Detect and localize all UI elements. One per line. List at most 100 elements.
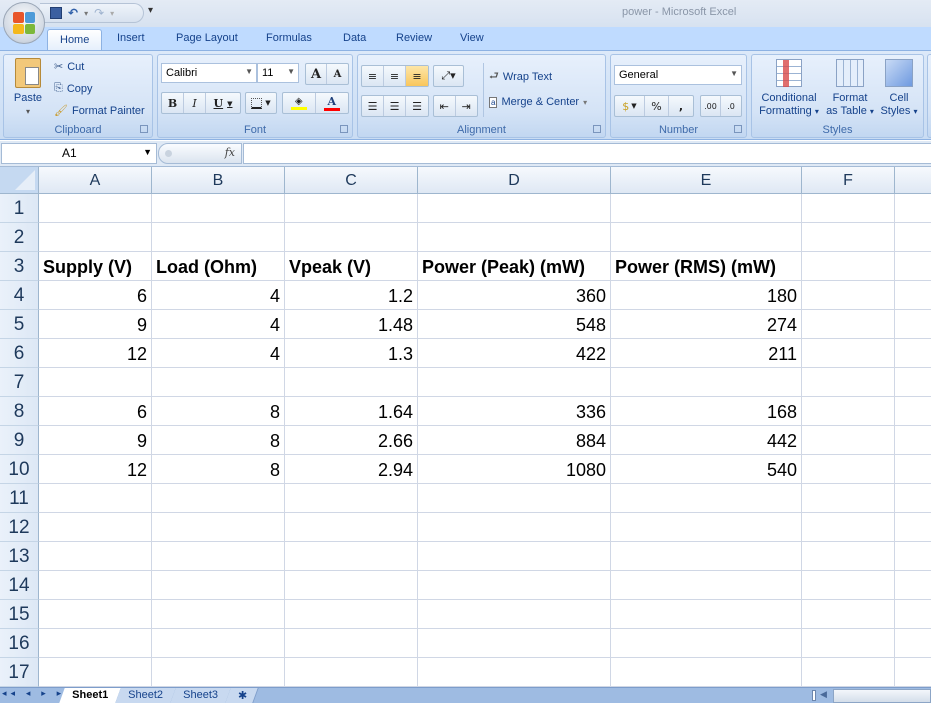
column-header-g[interactable] bbox=[895, 167, 931, 194]
cell-g8[interactable] bbox=[895, 397, 931, 426]
cell-c3[interactable]: Vpeak (V) bbox=[285, 252, 418, 281]
sheet-tab-sheet3[interactable]: Sheet3 bbox=[170, 688, 232, 703]
cell-c16[interactable] bbox=[285, 629, 418, 658]
cell-a11[interactable] bbox=[39, 484, 152, 513]
row-header-5[interactable]: 5 bbox=[0, 310, 39, 339]
grow-font-button[interactable]: A bbox=[306, 64, 328, 84]
cell-c9[interactable]: 2.66 bbox=[285, 426, 418, 455]
cell-g14[interactable] bbox=[895, 571, 931, 600]
font-color-button[interactable]: A bbox=[316, 93, 349, 113]
customize-qat-icon[interactable]: ▾ bbox=[148, 5, 153, 16]
cell-f2[interactable] bbox=[802, 223, 895, 252]
decrease-indent-icon[interactable]: ⇤ bbox=[434, 96, 456, 116]
cell-a13[interactable] bbox=[39, 542, 152, 571]
bold-button[interactable]: B bbox=[162, 93, 184, 113]
cell-e12[interactable] bbox=[611, 513, 802, 542]
decrease-decimal-button[interactable]: .0 bbox=[721, 96, 741, 116]
cell-c8[interactable]: 1.64 bbox=[285, 397, 418, 426]
insert-function-icon[interactable]: fx bbox=[225, 146, 235, 159]
cell-g9[interactable] bbox=[895, 426, 931, 455]
cell-c7[interactable] bbox=[285, 368, 418, 397]
borders-button[interactable]: ▼ bbox=[245, 92, 277, 114]
comma-button[interactable]: , bbox=[669, 96, 693, 116]
column-header-c[interactable]: C bbox=[285, 167, 418, 194]
align-right-icon[interactable]: ☰ bbox=[406, 96, 428, 116]
cell-e9[interactable]: 442 bbox=[611, 426, 802, 455]
cell-d11[interactable] bbox=[418, 484, 611, 513]
cell-e14[interactable] bbox=[611, 571, 802, 600]
row-header-8[interactable]: 8 bbox=[0, 397, 39, 426]
number-format-combo[interactable]: General ▼ bbox=[614, 65, 742, 85]
undo-icon[interactable]: ↶ bbox=[68, 6, 78, 20]
chevron-down-icon[interactable]: ▼ bbox=[143, 147, 152, 157]
font-launcher-icon[interactable] bbox=[340, 125, 348, 133]
cell-b2[interactable] bbox=[152, 223, 285, 252]
align-middle-icon[interactable]: ≡ bbox=[384, 66, 406, 86]
cell-a14[interactable] bbox=[39, 571, 152, 600]
conditional-formatting-button[interactable]: Conditional Formatting ▾ bbox=[754, 59, 824, 118]
percent-button[interactable]: % bbox=[645, 96, 669, 116]
cell-styles-button[interactable]: Cell Styles ▾ bbox=[876, 59, 922, 118]
cell-e3[interactable]: Power (RMS) (mW) bbox=[611, 252, 802, 281]
tab-view[interactable]: View bbox=[460, 32, 484, 44]
cell-g3[interactable] bbox=[895, 252, 931, 281]
cell-e6[interactable]: 211 bbox=[611, 339, 802, 368]
merge-center-button[interactable]: a Merge & Center ▾ bbox=[489, 96, 587, 108]
cell-c12[interactable] bbox=[285, 513, 418, 542]
cell-b16[interactable] bbox=[152, 629, 285, 658]
cell-d6[interactable]: 422 bbox=[418, 339, 611, 368]
cell-c10[interactable]: 2.94 bbox=[285, 455, 418, 484]
cell-g15[interactable] bbox=[895, 600, 931, 629]
cell-d10[interactable]: 1080 bbox=[418, 455, 611, 484]
align-top-icon[interactable]: ≡ bbox=[362, 66, 384, 86]
sheet-tab-sheet1[interactable]: Sheet1 bbox=[59, 688, 122, 703]
cell-b3[interactable]: Load (Ohm) bbox=[152, 252, 285, 281]
cell-e11[interactable] bbox=[611, 484, 802, 513]
cell-c4[interactable]: 1.2 bbox=[285, 281, 418, 310]
tab-insert[interactable]: Insert bbox=[117, 32, 145, 44]
underline-button[interactable]: U ▼ bbox=[206, 93, 240, 113]
cell-e16[interactable] bbox=[611, 629, 802, 658]
row-header-16[interactable]: 16 bbox=[0, 629, 39, 658]
cell-d15[interactable] bbox=[418, 600, 611, 629]
cell-d1[interactable] bbox=[418, 194, 611, 223]
paste-button[interactable]: Paste ▾ bbox=[10, 58, 46, 118]
cell-b6[interactable]: 4 bbox=[152, 339, 285, 368]
expand-handle-icon[interactable] bbox=[165, 150, 172, 157]
cell-e10[interactable]: 540 bbox=[611, 455, 802, 484]
name-box[interactable]: A1 ▼ bbox=[1, 143, 157, 164]
cell-e2[interactable] bbox=[611, 223, 802, 252]
cell-a9[interactable]: 9 bbox=[39, 426, 152, 455]
cell-b13[interactable] bbox=[152, 542, 285, 571]
cell-g17[interactable] bbox=[895, 658, 931, 687]
cell-g10[interactable] bbox=[895, 455, 931, 484]
increase-indent-icon[interactable]: ⇥ bbox=[456, 96, 477, 116]
cell-c17[interactable] bbox=[285, 658, 418, 687]
cell-g6[interactable] bbox=[895, 339, 931, 368]
tab-home[interactable]: Home bbox=[47, 29, 103, 52]
office-button[interactable] bbox=[3, 2, 45, 44]
row-header-10[interactable]: 10 bbox=[0, 455, 39, 484]
cell-g2[interactable] bbox=[895, 223, 931, 252]
align-bottom-icon[interactable]: ≡ bbox=[406, 66, 428, 86]
row-header-2[interactable]: 2 bbox=[0, 223, 39, 252]
orientation-button[interactable]: ⤢▾ bbox=[433, 65, 464, 87]
cell-a2[interactable] bbox=[39, 223, 152, 252]
cell-g7[interactable] bbox=[895, 368, 931, 397]
redo-dropdown-icon[interactable]: ▾ bbox=[110, 9, 114, 18]
cell-e13[interactable] bbox=[611, 542, 802, 571]
alignment-launcher-icon[interactable] bbox=[593, 125, 601, 133]
column-header-b[interactable]: B bbox=[152, 167, 285, 194]
cell-e4[interactable]: 180 bbox=[611, 281, 802, 310]
cell-g16[interactable] bbox=[895, 629, 931, 658]
cell-d13[interactable] bbox=[418, 542, 611, 571]
sheet-tab-sheet2[interactable]: Sheet2 bbox=[115, 688, 177, 703]
cell-d2[interactable] bbox=[418, 223, 611, 252]
cell-a15[interactable] bbox=[39, 600, 152, 629]
cell-f11[interactable] bbox=[802, 484, 895, 513]
cell-d16[interactable] bbox=[418, 629, 611, 658]
cell-d7[interactable] bbox=[418, 368, 611, 397]
cell-b12[interactable] bbox=[152, 513, 285, 542]
row-header-17[interactable]: 17 bbox=[0, 658, 39, 687]
cell-c5[interactable]: 1.48 bbox=[285, 310, 418, 339]
